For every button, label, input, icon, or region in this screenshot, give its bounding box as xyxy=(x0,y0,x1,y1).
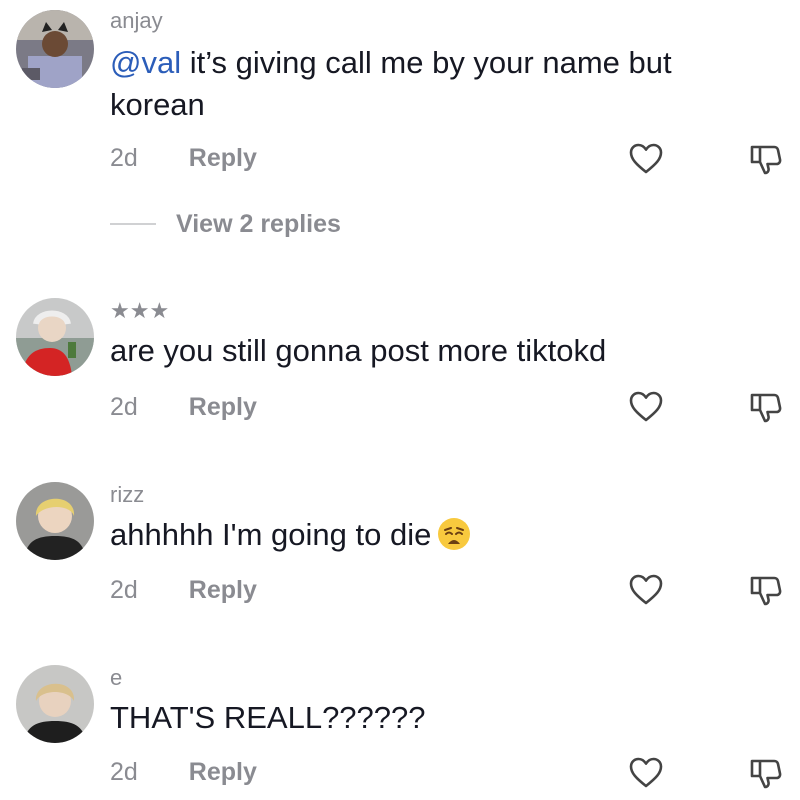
reply-button[interactable]: Reply xyxy=(189,144,257,172)
heart-icon[interactable] xyxy=(628,755,664,791)
comment-timestamp: 2d xyxy=(110,144,138,172)
heart-icon[interactable] xyxy=(628,389,664,425)
comment-text-content: it’s giving call me by your name but kor… xyxy=(110,45,672,122)
comment-timestamp: 2d xyxy=(110,393,138,421)
reply-button[interactable]: Reply xyxy=(189,393,257,421)
comment-username[interactable]: rizz xyxy=(110,482,144,508)
avatar[interactable] xyxy=(16,665,94,743)
comment-meta: 2d Reply xyxy=(110,757,257,787)
comment-text: @val it’s giving call me by your name bu… xyxy=(110,42,750,126)
comment-text: ahhhhh I'm going to die xyxy=(110,514,750,556)
thumbs-down-icon[interactable] xyxy=(748,389,784,425)
comment-meta: 2d Reply xyxy=(110,575,257,605)
comment-username[interactable]: ★★★ xyxy=(110,298,169,324)
reply-button[interactable]: Reply xyxy=(189,758,257,786)
thumbs-down-icon[interactable] xyxy=(748,572,784,608)
thumbs-down-icon[interactable] xyxy=(748,141,784,177)
avatar[interactable] xyxy=(16,298,94,376)
view-replies-link[interactable]: View 2 replies xyxy=(176,206,341,242)
comment-text: THAT'S REALL?????? xyxy=(110,700,426,735)
heart-icon[interactable] xyxy=(628,572,664,608)
avatar[interactable] xyxy=(16,10,94,88)
weary-face-emoji-icon xyxy=(437,517,471,551)
heart-icon[interactable] xyxy=(628,141,664,177)
comment-timestamp: 2d xyxy=(110,758,138,786)
comment-meta: 2d Reply xyxy=(110,392,257,422)
mention-link[interactable]: @val xyxy=(110,45,181,80)
comment-timestamp: 2d xyxy=(110,576,138,604)
comment-text: are you still gonna post more tiktokd xyxy=(110,333,607,368)
comment-username[interactable]: e xyxy=(110,665,122,691)
reply-button[interactable]: Reply xyxy=(189,576,257,604)
thumbs-down-icon[interactable] xyxy=(748,755,784,791)
comment-username[interactable]: anjay xyxy=(110,8,163,34)
comment-meta: 2d Reply xyxy=(110,143,257,173)
comment-text-content: ahhhhh I'm going to die xyxy=(110,517,432,552)
avatar[interactable] xyxy=(16,482,94,560)
view-replies-divider xyxy=(110,223,156,225)
